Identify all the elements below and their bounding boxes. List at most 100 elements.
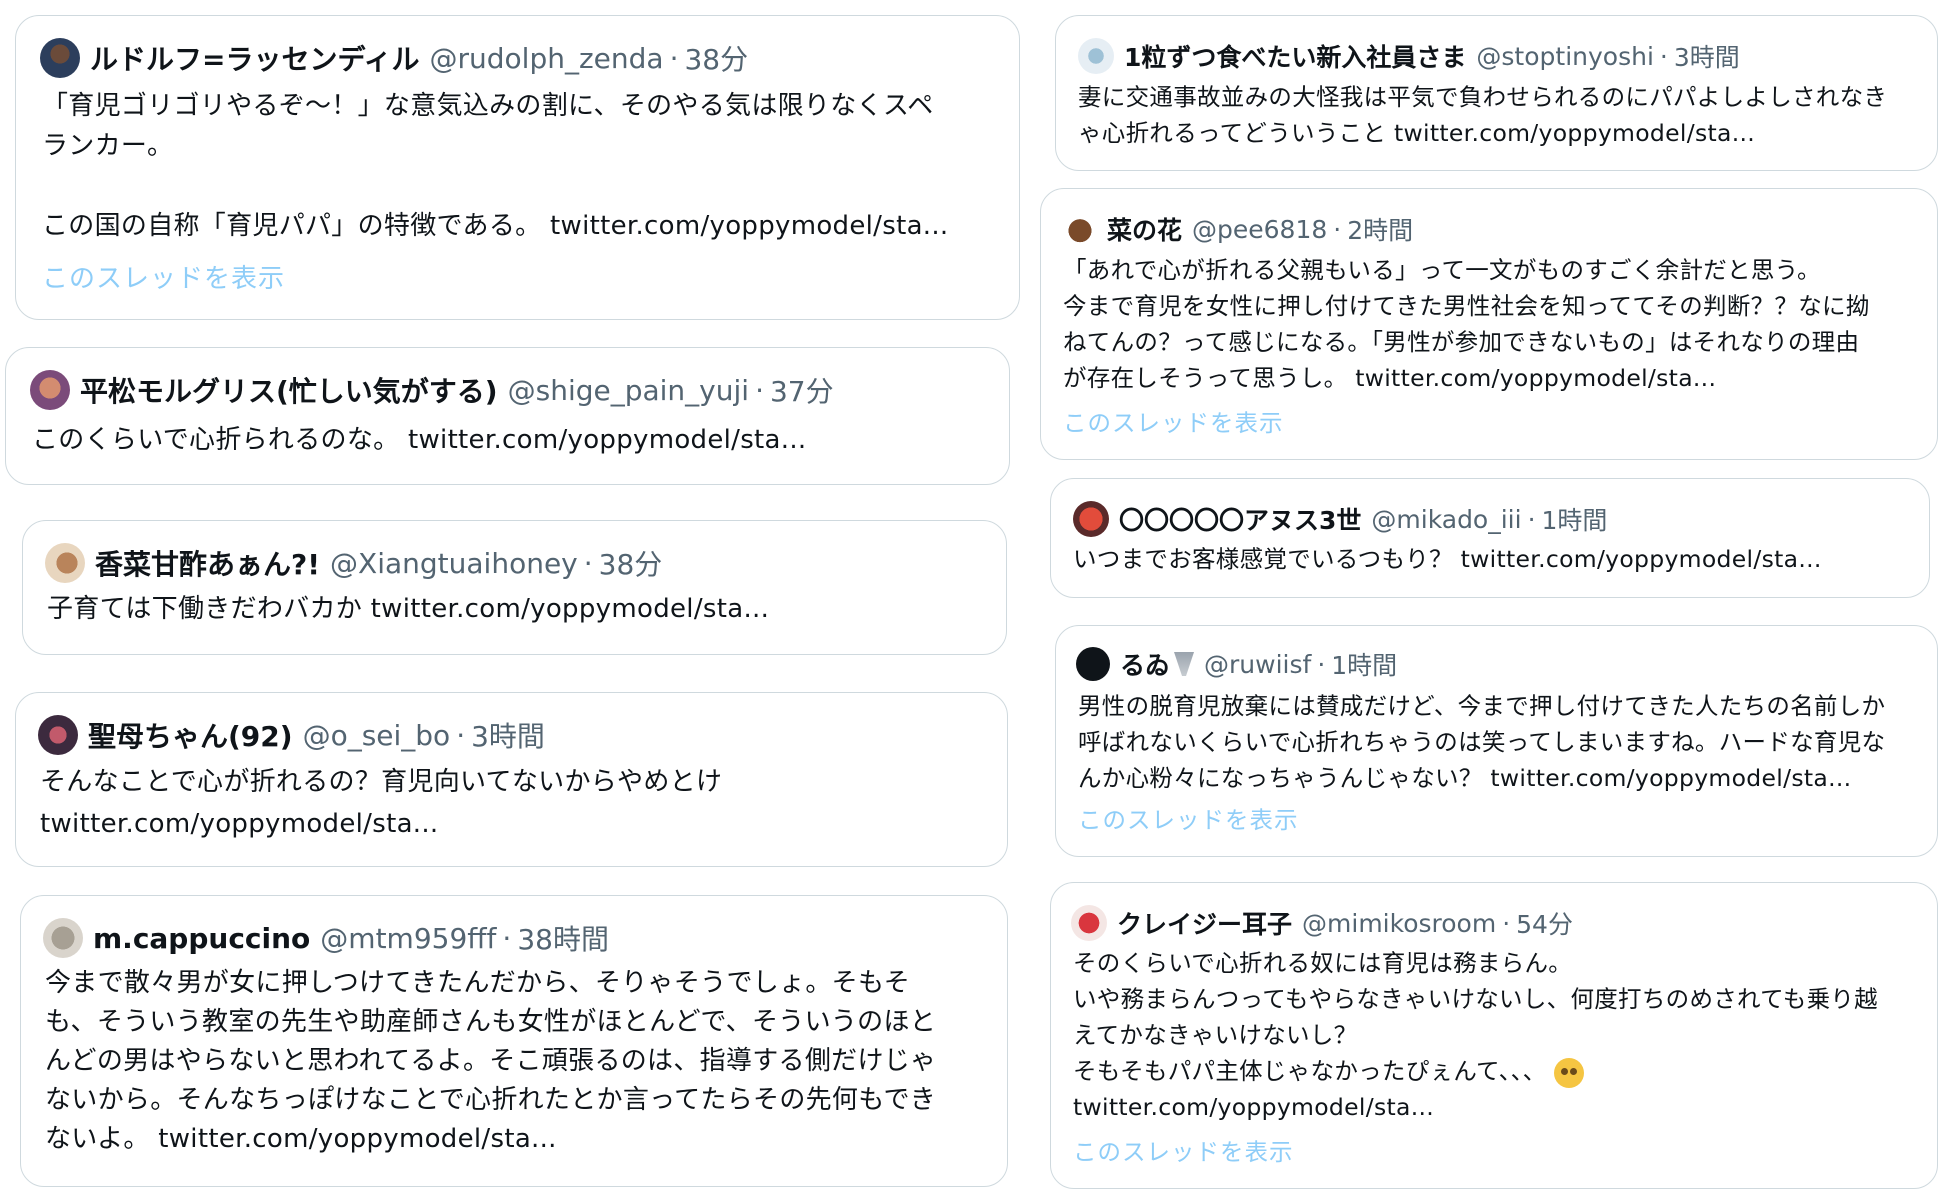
avatar-icon[interactable] [1076, 647, 1110, 681]
display-name[interactable]: 1粒ずつ食べたい新入社員さま [1124, 38, 1466, 74]
user-handle[interactable]: @Xiangtuaihoney [330, 547, 578, 580]
show-thread-link[interactable]: このスレッドを表示 [42, 258, 285, 295]
tweet-header: るゐ @ruwiisf · 1時間 [1076, 646, 1397, 682]
timestamp[interactable]: 38時間 [517, 918, 609, 958]
show-thread-link[interactable]: このスレッドを表示 [1078, 801, 1299, 835]
tweet-header: ルドルフ=ラッセンディル @rudolph_zenda · 38分 [40, 38, 748, 78]
tweet-line: 今まで育児を女性に押し付けてきた男性社会を知っててその判断？？なに拗 [1063, 292, 1870, 320]
display-name[interactable]: 菜の花 [1107, 211, 1182, 247]
tweet-header: m.cappuccino @mtm959fff · 38時間 [43, 918, 609, 958]
pleading-face-emoji-icon [1554, 1057, 1585, 1088]
user-handle[interactable]: @ruwiisf [1204, 650, 1311, 679]
avatar-icon[interactable] [1078, 38, 1114, 74]
separator-dot: · [1659, 41, 1668, 71]
timestamp[interactable]: 54分 [1516, 905, 1573, 941]
user-handle[interactable]: @rudolph_zenda [430, 42, 664, 75]
tweet-line: ランカー。 [42, 131, 174, 161]
tweet-card[interactable]: 〇〇〇〇〇アヌス3世 @mikado_iii · 1時間 いつまでお客様感覚でい… [1050, 478, 1930, 598]
display-name[interactable]: 〇〇〇〇〇アヌス3世 [1119, 501, 1361, 537]
user-handle[interactable]: @o_sei_bo [303, 719, 451, 752]
separator-dot: · [1333, 214, 1342, 244]
display-name[interactable]: m.cappuccino [93, 922, 310, 955]
tweet-text: このくらいで心折られるのな。 twitter.com/yoppymodel/st… [32, 420, 806, 460]
tweet-line: いや務まらんつってもやらなきゃいけないし、何度打ちのめされても乗り越 [1073, 985, 1878, 1013]
avatar-icon[interactable] [1071, 905, 1107, 941]
user-handle[interactable]: @pee6818 [1192, 215, 1327, 244]
user-handle[interactable]: @mimikosroom [1302, 909, 1496, 938]
tweet-text: そんなことで心が折れるの？育児向いてないからやめとけ twitter.com/y… [40, 761, 722, 845]
user-handle[interactable]: @stoptinyoshi [1476, 42, 1654, 71]
timestamp[interactable]: 2時間 [1347, 211, 1413, 247]
tweet-line: 「あれで心が折れる父親もいる」って一文がものすごく余計だと思う。 [1063, 256, 1821, 284]
avatar-icon[interactable] [40, 38, 80, 78]
tweet-line: そもそもパパ主体じゃなかったぴぇんて、、、 [1073, 1057, 1547, 1085]
user-handle[interactable]: @mtm959fff [320, 922, 496, 955]
tweet-card[interactable]: 香菜甘酢あぁん?! @Xiangtuaihoney · 38分 子育ては下働きだ… [22, 520, 1007, 655]
tweet-line: twitter.com/yoppymodel/sta... [40, 809, 439, 839]
avatar-icon[interactable] [45, 543, 85, 583]
separator-dot: · [456, 718, 466, 752]
tweet-line: そんなことで心が折れるの？育児向いてないからやめとけ [40, 767, 723, 797]
tweet-line: えてかなきゃいけないし？ [1073, 1021, 1358, 1049]
tweet-card[interactable]: クレイジー耳子 @mimikosroom · 54分 そのくらいで心折れる奴には… [1050, 882, 1938, 1189]
display-name[interactable]: 香菜甘酢あぁん?! [95, 543, 320, 583]
tweet-card[interactable]: 1粒ずつ食べたい新入社員さま @stoptinyoshi · 3時間 妻に交通事… [1055, 15, 1938, 171]
tweet-line: 子育ては下働きだわバカか twitter.com/yoppymodel/sta.… [47, 594, 770, 624]
tweet-card[interactable]: 平松モルグリス(忙しい気がする) @shige_pain_yuji · 37分 … [5, 347, 1010, 485]
avatar-icon[interactable] [38, 715, 78, 755]
timestamp[interactable]: 38分 [684, 38, 748, 78]
timestamp[interactable]: 38分 [599, 543, 663, 583]
display-name[interactable]: ルドルフ=ラッセンディル [90, 38, 420, 78]
tweet-line: 「育児ゴリゴリやるぞ〜！」な意気込みの割に、そのやる気は限りなくスペ [42, 91, 934, 121]
tweet-line: ないから。そんなちっぽけなことで心折れたとか言ってたらその先何もでき [45, 1085, 937, 1115]
tweet-line: そのくらいで心折れる奴には育児は務まらん。 [1073, 949, 1573, 977]
display-name[interactable]: 聖母ちゃん(92) [88, 715, 293, 755]
tweet-line [42, 166, 949, 206]
tweet-line: twitter.com/yoppymodel/sta... [1073, 1093, 1435, 1121]
show-thread-link[interactable]: このスレッドを表示 [1063, 404, 1284, 438]
avatar-icon[interactable] [1063, 212, 1097, 246]
tweet-text: 「育児ゴリゴリやるぞ〜！」な意気込みの割に、そのやる気は限りなくスペ ランカー。… [42, 86, 949, 246]
separator-dot: · [755, 373, 764, 407]
tweet-line: んか心粉々になっちゃうんじゃない？ twitter.com/yoppymodel… [1078, 764, 1852, 792]
tweet-header: 1粒ずつ食べたい新入社員さま @stoptinyoshi · 3時間 [1078, 38, 1740, 74]
separator-dot: · [502, 921, 512, 955]
tweet-line: 男性の脱育児放棄には賛成だけど、今まで押し付けてきた人たちの名前しか [1078, 692, 1886, 720]
timestamp[interactable]: 1時間 [1331, 646, 1397, 682]
separator-dot: · [669, 41, 679, 75]
display-name[interactable]: るゐ [1120, 646, 1170, 682]
timestamp[interactable]: 3時間 [471, 715, 545, 755]
tweet-card[interactable]: m.cappuccino @mtm959fff · 38時間 今まで散々男が女に… [20, 895, 1008, 1187]
tweet-card[interactable]: 聖母ちゃん(92) @o_sei_bo · 3時間 そんなことで心が折れるの？育… [15, 692, 1008, 867]
tweet-card[interactable]: 菜の花 @pee6818 · 2時間 「あれで心が折れる父親もいる」って一文がも… [1040, 188, 1938, 460]
timestamp[interactable]: 37分 [770, 370, 834, 410]
tweet-line: ゃ心折れるってどういうこと twitter.com/yoppymodel/sta… [1078, 119, 1756, 147]
tweet-text: 妻に交通事故並みの大怪我は平気で負わせられるのにパパよしよしされなき ゃ心折れる… [1078, 79, 1887, 151]
timestamp[interactable]: 3時間 [1674, 38, 1740, 74]
tweet-header: クレイジー耳子 @mimikosroom · 54分 [1071, 905, 1573, 941]
avatar-icon[interactable] [1073, 501, 1109, 537]
separator-dot: · [1527, 504, 1536, 534]
avatar-icon[interactable] [43, 918, 83, 958]
user-handle[interactable]: @mikado_iii [1371, 505, 1521, 534]
user-handle[interactable]: @shige_pain_yuji [508, 374, 749, 407]
display-name[interactable]: 平松モルグリス(忙しい気がする) [80, 370, 498, 410]
separator-dot: · [1502, 908, 1511, 938]
show-thread-link[interactable]: このスレッドを表示 [1073, 1133, 1294, 1167]
avatar-icon[interactable] [30, 370, 70, 410]
tweet-card[interactable]: るゐ @ruwiisf · 1時間 男性の脱育児放棄には賛成だけど、今まで押し付… [1055, 625, 1938, 857]
tweet-line: 妻に交通事故並みの大怪我は平気で負わせられるのにパパよしよしされなき [1078, 83, 1888, 111]
separator-dot: · [1317, 649, 1326, 679]
tweet-line: 呼ばれないくらいで心折れちゃうのは笑ってしまいますね。ハードな育児な [1078, 728, 1886, 756]
tweet-text: そのくらいで心折れる奴には育児は務まらん。 いや務まらんつってもやらなきゃいけな… [1073, 945, 1878, 1125]
tweet-header: 聖母ちゃん(92) @o_sei_bo · 3時間 [38, 715, 545, 755]
display-name[interactable]: クレイジー耳子 [1117, 905, 1292, 941]
tweet-line: ないよ。 twitter.com/yoppymodel/sta... [45, 1124, 557, 1154]
tweet-line: んどの男はやらないと思われてるよ。そこ頑張るのは、指導する側だけじゃ [45, 1046, 937, 1076]
tweet-text: 「あれで心が折れる父親もいる」って一文がものすごく余計だと思う。 今まで育児を女… [1063, 252, 1870, 396]
tornado-emoji-icon [1174, 652, 1195, 676]
tweet-line: このくらいで心折られるのな。 twitter.com/yoppymodel/st… [32, 425, 807, 455]
timestamp[interactable]: 1時間 [1542, 501, 1608, 537]
tweet-card[interactable]: ルドルフ=ラッセンディル @rudolph_zenda · 38分 「育児ゴリゴ… [15, 15, 1020, 320]
tweet-text: 今まで散々男が女に押しつけてきたんだから、そりゃそうでしょ。そもそ も、そういう… [45, 964, 936, 1159]
